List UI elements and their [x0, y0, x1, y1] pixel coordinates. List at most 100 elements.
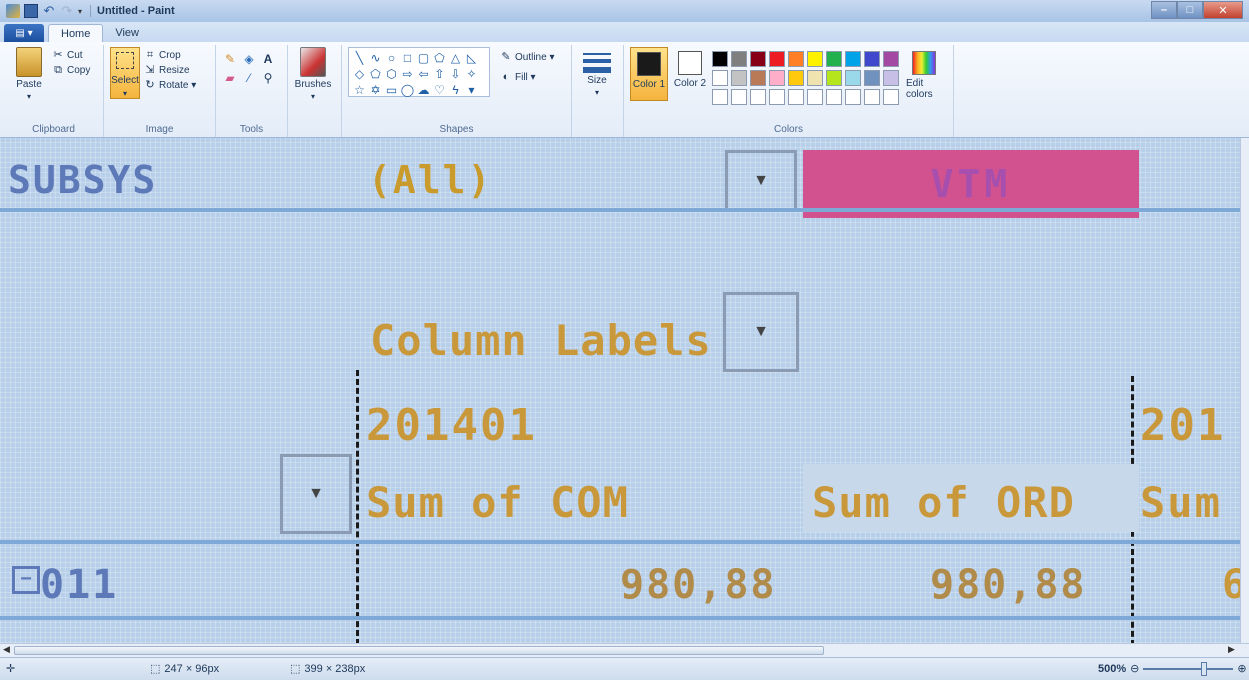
horizontal-scrollbar[interactable]: ◀ ▶	[0, 643, 1249, 657]
palette-swatch[interactable]	[883, 89, 899, 105]
paint-app-icon[interactable]	[6, 4, 20, 18]
curve-shape-icon[interactable]: ∿	[368, 51, 383, 66]
fill-bucket-icon[interactable]: ◈	[241, 51, 257, 67]
text-icon[interactable]: A	[260, 51, 276, 67]
minimize-button[interactable]: –	[1151, 1, 1177, 19]
palette-swatch[interactable]	[807, 70, 823, 86]
report-filter-dropdown-icon[interactable]: ▼	[725, 150, 797, 212]
oval-callout-shape-icon[interactable]: ◯	[400, 83, 415, 98]
zoom-in-icon[interactable]: ⊕	[1237, 662, 1246, 675]
palette-swatch[interactable]	[864, 70, 880, 86]
save-icon[interactable]	[24, 4, 38, 18]
outline-button[interactable]: ✎ Outline ▾	[500, 51, 554, 63]
palette-swatch[interactable]	[769, 51, 785, 67]
line-shape-icon[interactable]: ╲	[352, 51, 367, 66]
color2-button[interactable]: Color 2	[671, 47, 709, 101]
palette-swatch[interactable]	[769, 89, 785, 105]
rounded-callout-shape-icon[interactable]: ▭	[384, 83, 399, 98]
cut-button[interactable]: ✂ Cut	[52, 49, 90, 61]
six-point-star-shape-icon[interactable]: ✡	[368, 83, 383, 98]
pentagon-shape-icon[interactable]: ⬠	[368, 67, 383, 82]
zoom-out-icon[interactable]: ⊖	[1130, 662, 1139, 675]
select-button[interactable]: Select ▾	[110, 47, 140, 99]
shapes-gallery[interactable]: ╲ ∿ ○ □ ▢ ⬠ △ ◺ ◇ ⬠ ⬡ ⇨ ⇦ ⇧ ⇩ ✧ ☆ ✡ ▭ ◯	[348, 47, 490, 97]
crop-button[interactable]: ⌗ Crop	[144, 49, 196, 61]
collapse-icon[interactable]: −	[12, 566, 40, 594]
left-arrow-shape-icon[interactable]: ⇦	[416, 67, 431, 82]
scroll-right-icon[interactable]: ▶	[1228, 644, 1235, 655]
palette-swatch[interactable]	[750, 89, 766, 105]
row-filter-dropdown-icon[interactable]: ▼	[280, 454, 352, 534]
size-button[interactable]: Size ▾	[578, 47, 616, 97]
palette-swatch[interactable]	[845, 70, 861, 86]
tab-home[interactable]: Home	[48, 24, 104, 42]
diamond-shape-icon[interactable]: ◇	[352, 67, 367, 82]
triangle-shape-icon[interactable]: △	[448, 51, 463, 66]
zoom-slider[interactable]	[1143, 661, 1234, 676]
palette-swatch[interactable]	[712, 51, 728, 67]
palette-swatch[interactable]	[845, 51, 861, 67]
redo-icon[interactable]: ↷	[60, 4, 74, 18]
zoom-slider-thumb[interactable]	[1201, 661, 1208, 676]
palette-swatch[interactable]	[712, 70, 728, 86]
hexagon-shape-icon[interactable]: ⬡	[384, 67, 399, 82]
right-triangle-shape-icon[interactable]: ◺	[464, 51, 479, 66]
rectangle-shape-icon[interactable]: □	[400, 51, 415, 66]
down-arrow-shape-icon[interactable]: ⇩	[448, 67, 463, 82]
eraser-icon[interactable]: ▰	[222, 70, 238, 86]
customize-toolbar-icon[interactable]: ▾	[78, 7, 82, 16]
close-button[interactable]: ✕	[1203, 1, 1243, 19]
rounded-rectangle-shape-icon[interactable]: ▢	[416, 51, 431, 66]
palette-swatch[interactable]	[807, 51, 823, 67]
palette-swatch[interactable]	[788, 70, 804, 86]
palette-swatch[interactable]	[731, 51, 747, 67]
brushes-button[interactable]: Brushes ▾	[294, 47, 332, 101]
heart-shape-icon[interactable]: ♡	[432, 83, 447, 98]
column-filter-icon[interactable]: ▼	[723, 292, 799, 372]
five-point-star-shape-icon[interactable]: ☆	[352, 83, 367, 98]
polygon-shape-icon[interactable]: ⬠	[432, 51, 447, 66]
copy-button[interactable]: ⧉ Copy	[52, 64, 90, 76]
right-arrow-shape-icon[interactable]: ⇨	[400, 67, 415, 82]
palette-swatch[interactable]	[864, 51, 880, 67]
oval-shape-icon[interactable]: ○	[384, 51, 399, 66]
palette-swatch[interactable]	[883, 70, 899, 86]
file-menu-button[interactable]: ▤ ▾	[4, 24, 44, 42]
paste-button[interactable]: Paste ▾	[10, 47, 48, 101]
palette-swatch[interactable]	[731, 70, 747, 86]
rotate-button[interactable]: ↻ Rotate ▾	[144, 79, 196, 91]
palette-swatch[interactable]	[750, 51, 766, 67]
palette-swatch[interactable]	[731, 89, 747, 105]
color1-button[interactable]: Color 1	[630, 47, 668, 101]
scroll-left-icon[interactable]: ◀	[3, 644, 10, 655]
palette-swatch[interactable]	[788, 89, 804, 105]
palette-swatch[interactable]	[883, 51, 899, 67]
fill-button[interactable]: ◐ Fill ▾	[500, 71, 554, 83]
pencil-icon[interactable]: ✎	[222, 51, 238, 67]
four-point-star-shape-icon[interactable]: ✧	[464, 67, 479, 82]
shapes-more-icon[interactable]: ▾	[464, 83, 479, 98]
cloud-callout-shape-icon[interactable]: ☁	[416, 83, 431, 98]
color-picker-icon[interactable]: ⁄	[241, 70, 257, 86]
lightning-shape-icon[interactable]: ϟ	[448, 83, 463, 98]
vertical-scrollbar[interactable]	[1240, 138, 1249, 643]
palette-swatch[interactable]	[864, 89, 880, 105]
tab-view[interactable]: View	[103, 24, 151, 42]
up-arrow-shape-icon[interactable]: ⇧	[432, 67, 447, 82]
maximize-button[interactable]: □	[1177, 1, 1203, 19]
palette-swatch[interactable]	[769, 70, 785, 86]
edit-colors-button[interactable]: Edit colors	[906, 47, 942, 100]
palette-swatch[interactable]	[826, 70, 842, 86]
palette-swatch[interactable]	[788, 51, 804, 67]
palette-swatch[interactable]	[845, 89, 861, 105]
resize-button[interactable]: ⇲ Resize	[144, 64, 196, 76]
undo-icon[interactable]: ↶	[42, 4, 56, 18]
drawing-canvas[interactable]: SUBSYS (All) ▼ VTM Column Labels ▼ 20140…	[0, 138, 1240, 643]
palette-swatch[interactable]	[807, 89, 823, 105]
palette-swatch[interactable]	[826, 89, 842, 105]
palette-swatch[interactable]	[826, 51, 842, 67]
horizontal-scroll-thumb[interactable]	[14, 646, 824, 655]
palette-swatch[interactable]	[750, 70, 766, 86]
magnifier-icon[interactable]: ⚲	[260, 70, 276, 86]
palette-swatch[interactable]	[712, 89, 728, 105]
